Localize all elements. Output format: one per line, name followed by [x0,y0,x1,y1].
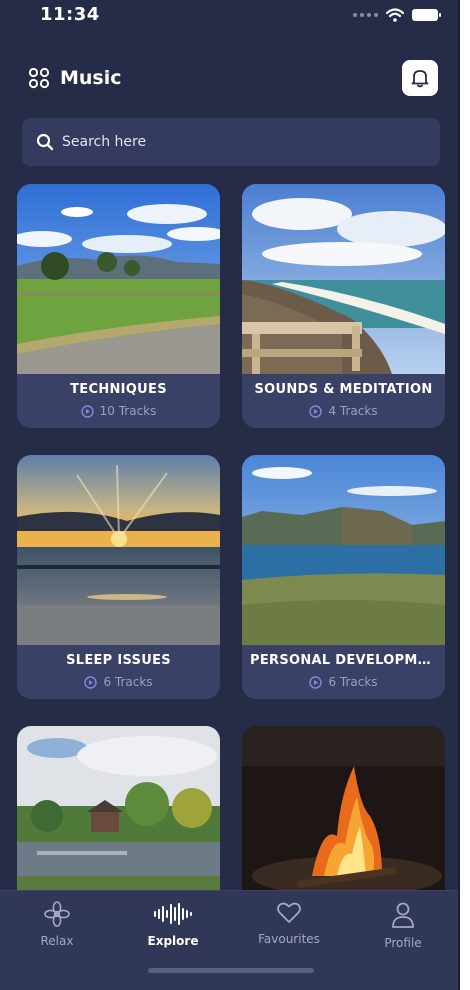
bell-icon [411,70,429,88]
app-title: Music [28,67,122,89]
track-count-text: 6 Tracks [328,675,378,689]
tab-label: Favourites [258,932,320,946]
category-card-techniques[interactable]: TECHNIQUES 10 Tracks [17,184,220,428]
app-screen: 11:34 Music Search here TECHNIQUES 10 Tr… [0,0,460,990]
category-card-lake[interactable] [17,726,220,892]
card-track-count: 10 Tracks [17,404,220,418]
signal-icon [353,13,378,17]
waveform-icon [154,903,192,925]
card-track-count: 4 Tracks [242,404,445,418]
card-track-count: 6 Tracks [242,675,445,689]
tab-label: Profile [384,936,422,950]
category-card-sounds-meditation[interactable]: SOUNDS & MEDITATION 4 Tracks [242,184,445,428]
status-bar: 11:34 [0,0,458,34]
tab-label: Explore [147,934,199,948]
card-image [242,455,445,645]
card-title: SLEEP ISSUES [66,653,171,668]
card-image [242,184,445,374]
card-title: TECHNIQUES [70,382,167,397]
tab-profile[interactable]: Profile [358,901,448,950]
track-count-text: 10 Tracks [99,404,157,418]
card-image [17,726,220,892]
track-count-text: 4 Tracks [328,404,378,418]
tab-label: Relax [40,934,74,948]
search-input[interactable] [62,134,382,150]
person-icon [392,902,414,928]
card-image [17,184,220,374]
play-circle-icon [309,404,323,418]
category-card-campfire[interactable] [242,726,445,892]
card-title: PERSONAL DEVELOPME... [250,653,443,668]
play-circle-icon [80,404,94,418]
notifications-button[interactable] [402,60,438,96]
card-track-count: 6 Tracks [17,675,220,689]
tab-favourites[interactable]: Favourites [244,901,334,946]
header: Music [28,60,438,96]
status-icons [353,8,441,22]
play-circle-icon [84,675,98,689]
tab-explore[interactable]: Explore [128,901,218,948]
search-icon [36,133,54,151]
category-card-sleep-issues[interactable]: SLEEP ISSUES 6 Tracks [17,455,220,699]
wifi-icon [386,8,404,22]
card-image [242,726,445,892]
grid-icon[interactable] [28,67,50,89]
bottom-tab-bar: Relax Explore Favourites Profile [0,890,458,990]
search-bar[interactable] [22,118,440,166]
flower-icon [44,901,70,927]
window-edge [460,0,470,990]
card-title: SOUNDS & MEDITATION [254,382,433,397]
play-circle-icon [309,675,323,689]
page-title: Music [60,67,122,89]
category-card-personal-development[interactable]: PERSONAL DEVELOPME... 6 Tracks [242,455,445,699]
track-count-text: 6 Tracks [103,675,153,689]
status-time: 11:34 [40,4,100,25]
heart-icon [277,902,301,923]
card-image [17,455,220,645]
tab-relax[interactable]: Relax [12,901,102,948]
battery-icon [412,9,441,21]
home-indicator [148,968,314,973]
